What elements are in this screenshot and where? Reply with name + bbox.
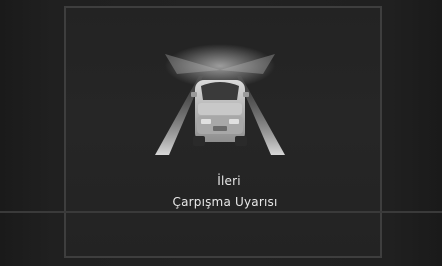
divider-line — [0, 211, 442, 213]
warning-title-line2: Çarpışma Uyarısı — [172, 195, 278, 209]
forward-collision-warning-screen: İleri Çarpışma Uyarısı — [0, 0, 442, 266]
warning-title-line1: İleri — [217, 174, 241, 188]
car-forward-collision-icon — [155, 44, 285, 155]
